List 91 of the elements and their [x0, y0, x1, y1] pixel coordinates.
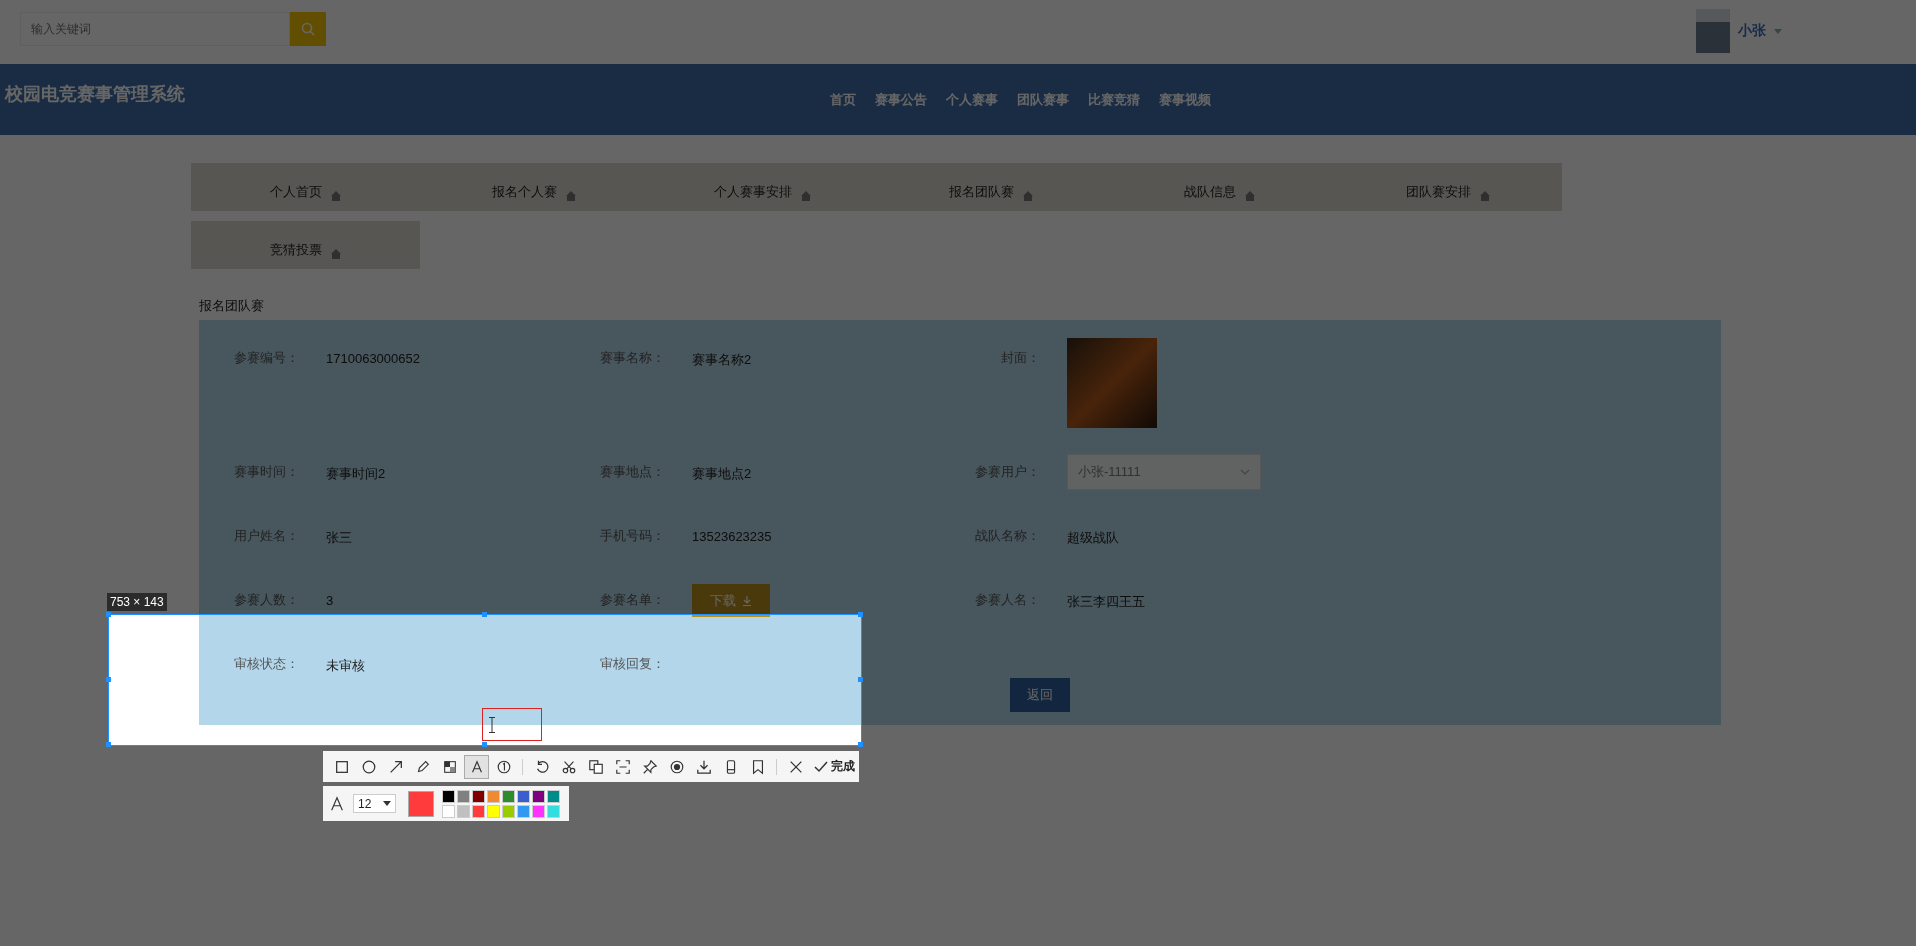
color-swatch[interactable]: [517, 789, 530, 803]
menu-tab[interactable]: 战队信息: [1105, 163, 1334, 211]
resize-handle[interactable]: [858, 742, 863, 747]
resize-handle[interactable]: [482, 612, 487, 617]
menu-tab[interactable]: 竞猜投票: [191, 221, 420, 269]
tab-label[interactable]: 战队信息: [1183, 183, 1236, 201]
field-label: 参赛用户：: [974, 463, 1040, 481]
house-icon: [330, 249, 341, 259]
user-name[interactable]: 小张: [1738, 22, 1766, 40]
nav-link[interactable]: 比赛竞猜: [1088, 91, 1140, 109]
tab-label[interactable]: 报名个人赛: [491, 183, 557, 201]
color-swatch[interactable]: [457, 804, 470, 818]
field-value: 超级战队: [1067, 529, 1119, 547]
tab-label[interactable]: 个人赛事安排: [713, 183, 792, 201]
field-label: 参赛编号：: [233, 349, 299, 367]
tab-label[interactable]: 团队赛安排: [1405, 183, 1471, 201]
color-swatch[interactable]: [442, 789, 455, 803]
house-icon: [1479, 191, 1490, 201]
site-title: 校园电竞赛事管理系统: [5, 83, 185, 106]
resize-handle[interactable]: [106, 742, 111, 747]
color-swatch[interactable]: [547, 789, 560, 803]
field-label: 赛事地点：: [599, 463, 665, 481]
color-swatch[interactable]: [502, 804, 515, 818]
color-swatch[interactable]: [472, 804, 485, 818]
field-value: 1710063000652: [326, 350, 420, 366]
color-swatch[interactable]: [532, 789, 545, 803]
nav-link[interactable]: 团队赛事: [1017, 91, 1069, 109]
field-label: 参赛人名：: [974, 591, 1040, 609]
text-icon[interactable]: [464, 754, 489, 779]
field-label: 审核回复：: [599, 655, 665, 673]
field-label: 赛事时间：: [233, 463, 299, 481]
color-swatch[interactable]: [547, 804, 560, 818]
caret-icon: [383, 801, 391, 806]
field-label: 审核状态：: [233, 655, 299, 673]
font-size-dropdown[interactable]: 12: [353, 794, 396, 813]
field-value: 13523623235: [692, 528, 772, 544]
current-color-swatch[interactable]: [408, 790, 434, 817]
house-icon: [330, 191, 341, 201]
field-value: 张三: [326, 529, 352, 547]
nav-link[interactable]: 赛事视频: [1159, 91, 1211, 109]
color-swatch[interactable]: [502, 789, 515, 803]
resize-handle[interactable]: [106, 677, 111, 682]
back-button[interactable]: 返回: [1010, 678, 1070, 712]
tab-label[interactable]: 个人首页: [269, 183, 322, 201]
house-icon: [1244, 191, 1255, 201]
color-swatch[interactable]: [532, 804, 545, 818]
house-icon: [565, 191, 576, 201]
field-value: 赛事时间2: [326, 465, 386, 483]
color-swatch[interactable]: [457, 789, 470, 803]
resize-handle[interactable]: [106, 612, 111, 617]
color-swatch[interactable]: [442, 804, 455, 818]
color-swatch[interactable]: [517, 804, 530, 818]
menu-tab[interactable]: 个人首页: [191, 163, 420, 211]
menu-tab[interactable]: 团队赛安排: [1333, 163, 1562, 211]
field-value: 张三李四王五: [1067, 593, 1145, 611]
color-swatch[interactable]: [472, 789, 485, 803]
text-icon: [329, 795, 345, 812]
house-icon: [1022, 191, 1033, 201]
house-icon: [800, 191, 811, 201]
field-label: 参赛人数：: [233, 591, 299, 609]
text-cursor-icon: [489, 716, 495, 733]
selection-size-label: 753 × 143: [107, 593, 167, 611]
done-button[interactable]: 完成: [810, 758, 859, 775]
field-value: 3: [326, 592, 334, 608]
resize-handle[interactable]: [858, 677, 863, 682]
tab-label[interactable]: 竞猜投票: [269, 241, 322, 259]
field-label: 手机号码：: [599, 527, 665, 545]
nav-link[interactable]: 赛事公告: [875, 91, 927, 109]
search-icon: [300, 21, 316, 37]
nav-link[interactable]: 个人赛事: [946, 91, 998, 109]
menu-tab[interactable]: 报名个人赛: [419, 163, 648, 211]
resize-handle[interactable]: [482, 742, 487, 747]
field-label: 赛事名称：: [599, 349, 665, 367]
avatar-placeholder: [1696, 9, 1730, 53]
field-value: 未审核: [326, 657, 365, 675]
menu-tab[interactable]: 个人赛事安排: [648, 163, 877, 211]
section-title: 报名团队赛: [199, 297, 265, 315]
field-value: 赛事地点2: [692, 465, 752, 483]
color-swatch[interactable]: [487, 804, 500, 818]
color-swatch[interactable]: [487, 789, 500, 803]
menu-tab[interactable]: 报名团队赛: [876, 163, 1105, 211]
chevron-icon: [1240, 469, 1250, 475]
check-icon: [814, 760, 828, 773]
download-icon: [742, 595, 752, 606]
tab-label[interactable]: 报名团队赛: [948, 183, 1014, 201]
download-button[interactable]: 下载: [692, 584, 770, 617]
field-label: 参赛名单：: [599, 591, 665, 609]
nav-link[interactable]: 首页: [830, 91, 856, 109]
resize-handle[interactable]: [858, 612, 863, 617]
field-value: 赛事名称2: [692, 351, 752, 369]
text-input-box[interactable]: [482, 708, 542, 741]
